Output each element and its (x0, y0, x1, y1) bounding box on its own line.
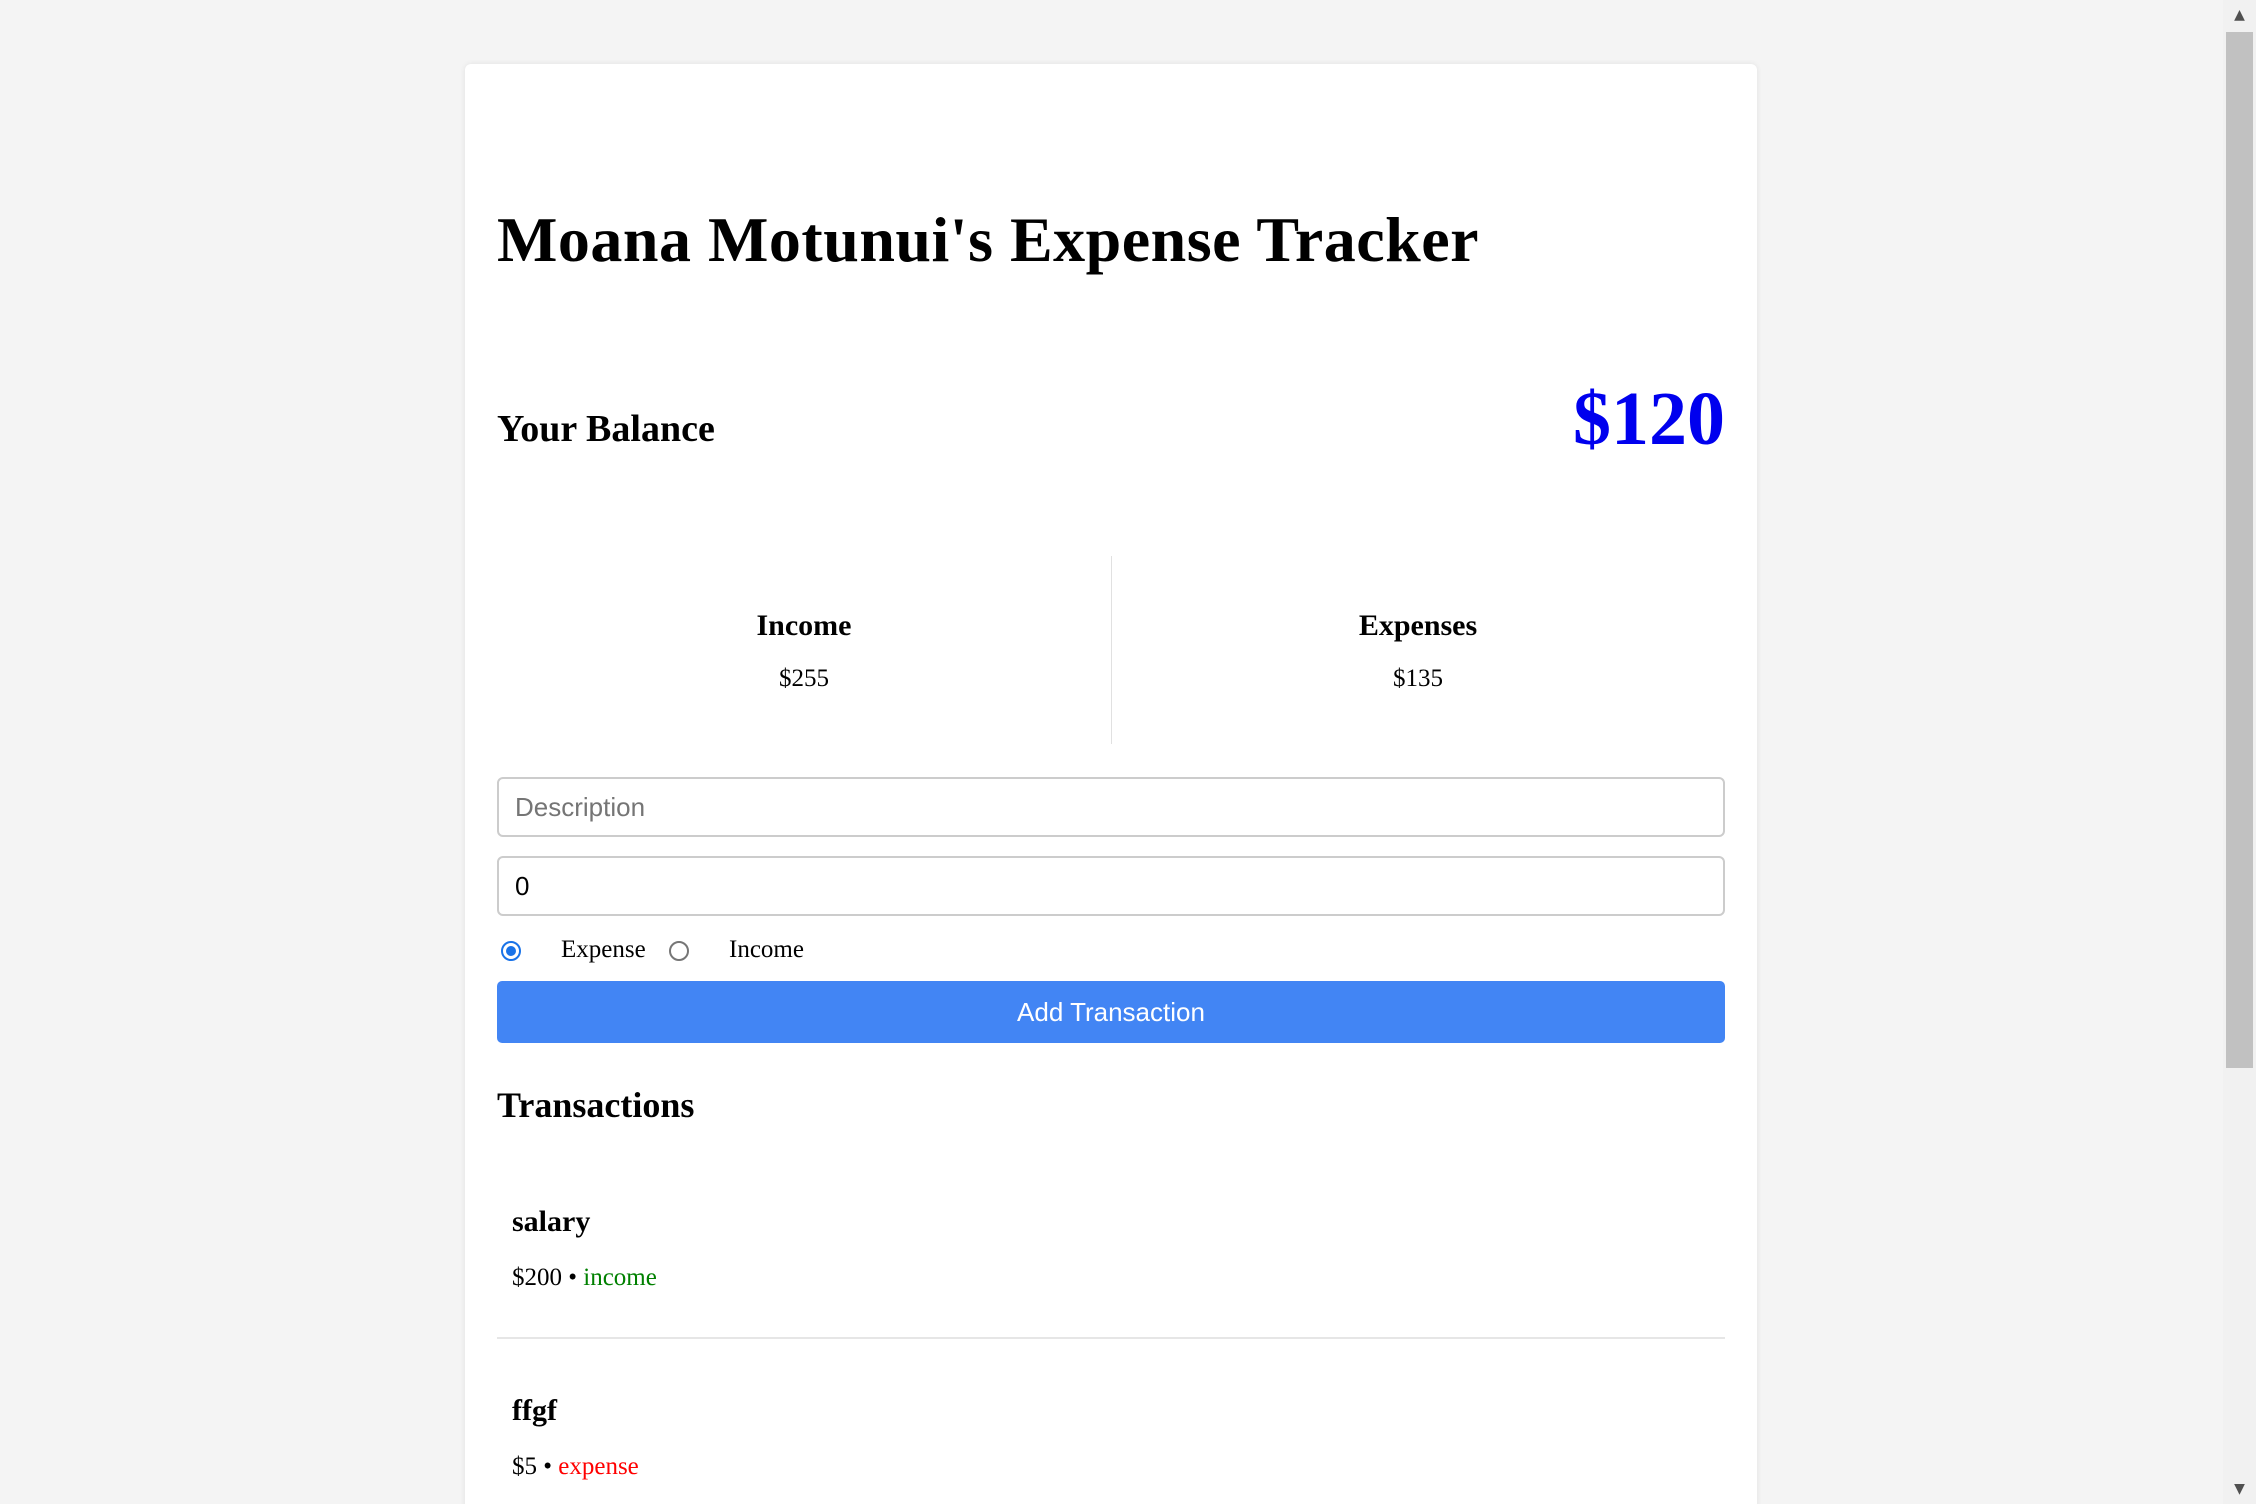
transaction-description: ffgf (512, 1394, 557, 1427)
triangle-up-icon[interactable]: ▲ (2223, 0, 2256, 30)
triangle-down-icon[interactable]: ▼ (2223, 1474, 2256, 1504)
balance-label: Your Balance (497, 408, 715, 450)
transaction-type: expense (558, 1453, 639, 1480)
transactions-heading: Transactions (497, 1085, 695, 1125)
transaction-meta: $200 • income (512, 1263, 657, 1293)
transaction-separator: • (562, 1264, 584, 1291)
expense-radio-label[interactable]: Expense (561, 932, 646, 968)
transaction-item: ffgf $5 • expense (497, 1339, 1725, 1504)
transaction-description: salary (512, 1205, 591, 1238)
expense-tracker-card: Moana Motunui's Expense Tracker Your Bal… (465, 64, 1757, 1504)
page-title: Moana Motunui's Expense Tracker (497, 204, 1480, 275)
card-content: Moana Motunui's Expense Tracker Your Bal… (497, 64, 1725, 1504)
income-value: $255 (779, 665, 829, 692)
expenses-summary: Expenses $135 (1111, 556, 1725, 744)
transaction-type: income (583, 1264, 657, 1291)
amount-input[interactable] (497, 856, 1725, 916)
scrollbar-thumb[interactable] (2226, 32, 2253, 1068)
transaction-list: salary $200 • income ffgf $5 • expense (497, 1150, 1725, 1504)
expenses-value: $135 (1393, 665, 1443, 692)
transaction-separator: • (537, 1453, 559, 1480)
income-radio-label[interactable]: Income (729, 932, 804, 968)
income-summary: Income $255 (497, 556, 1111, 744)
page-scrollbar[interactable]: ▲ ▼ (2223, 0, 2256, 1504)
transaction-amount: $200 (512, 1264, 562, 1291)
expense-radio[interactable] (501, 941, 521, 961)
transaction-type-group: Expense Income (497, 932, 1725, 972)
browser-viewport: Moana Motunui's Expense Tracker Your Bal… (0, 0, 2256, 1504)
income-expense-summary: Income $255 Expenses $135 (497, 556, 1725, 744)
transaction-item: salary $200 • income (497, 1150, 1725, 1339)
description-input[interactable] (497, 777, 1725, 837)
income-radio[interactable] (669, 941, 689, 961)
income-label: Income (756, 609, 852, 642)
balance-section: Your Balance $120 (497, 364, 1725, 474)
balance-value: $120 (1573, 377, 1725, 461)
transaction-amount: $5 (512, 1453, 537, 1480)
expenses-label: Expenses (1358, 609, 1478, 642)
transaction-meta: $5 • expense (512, 1452, 639, 1482)
add-transaction-button[interactable]: Add Transaction (497, 981, 1725, 1043)
